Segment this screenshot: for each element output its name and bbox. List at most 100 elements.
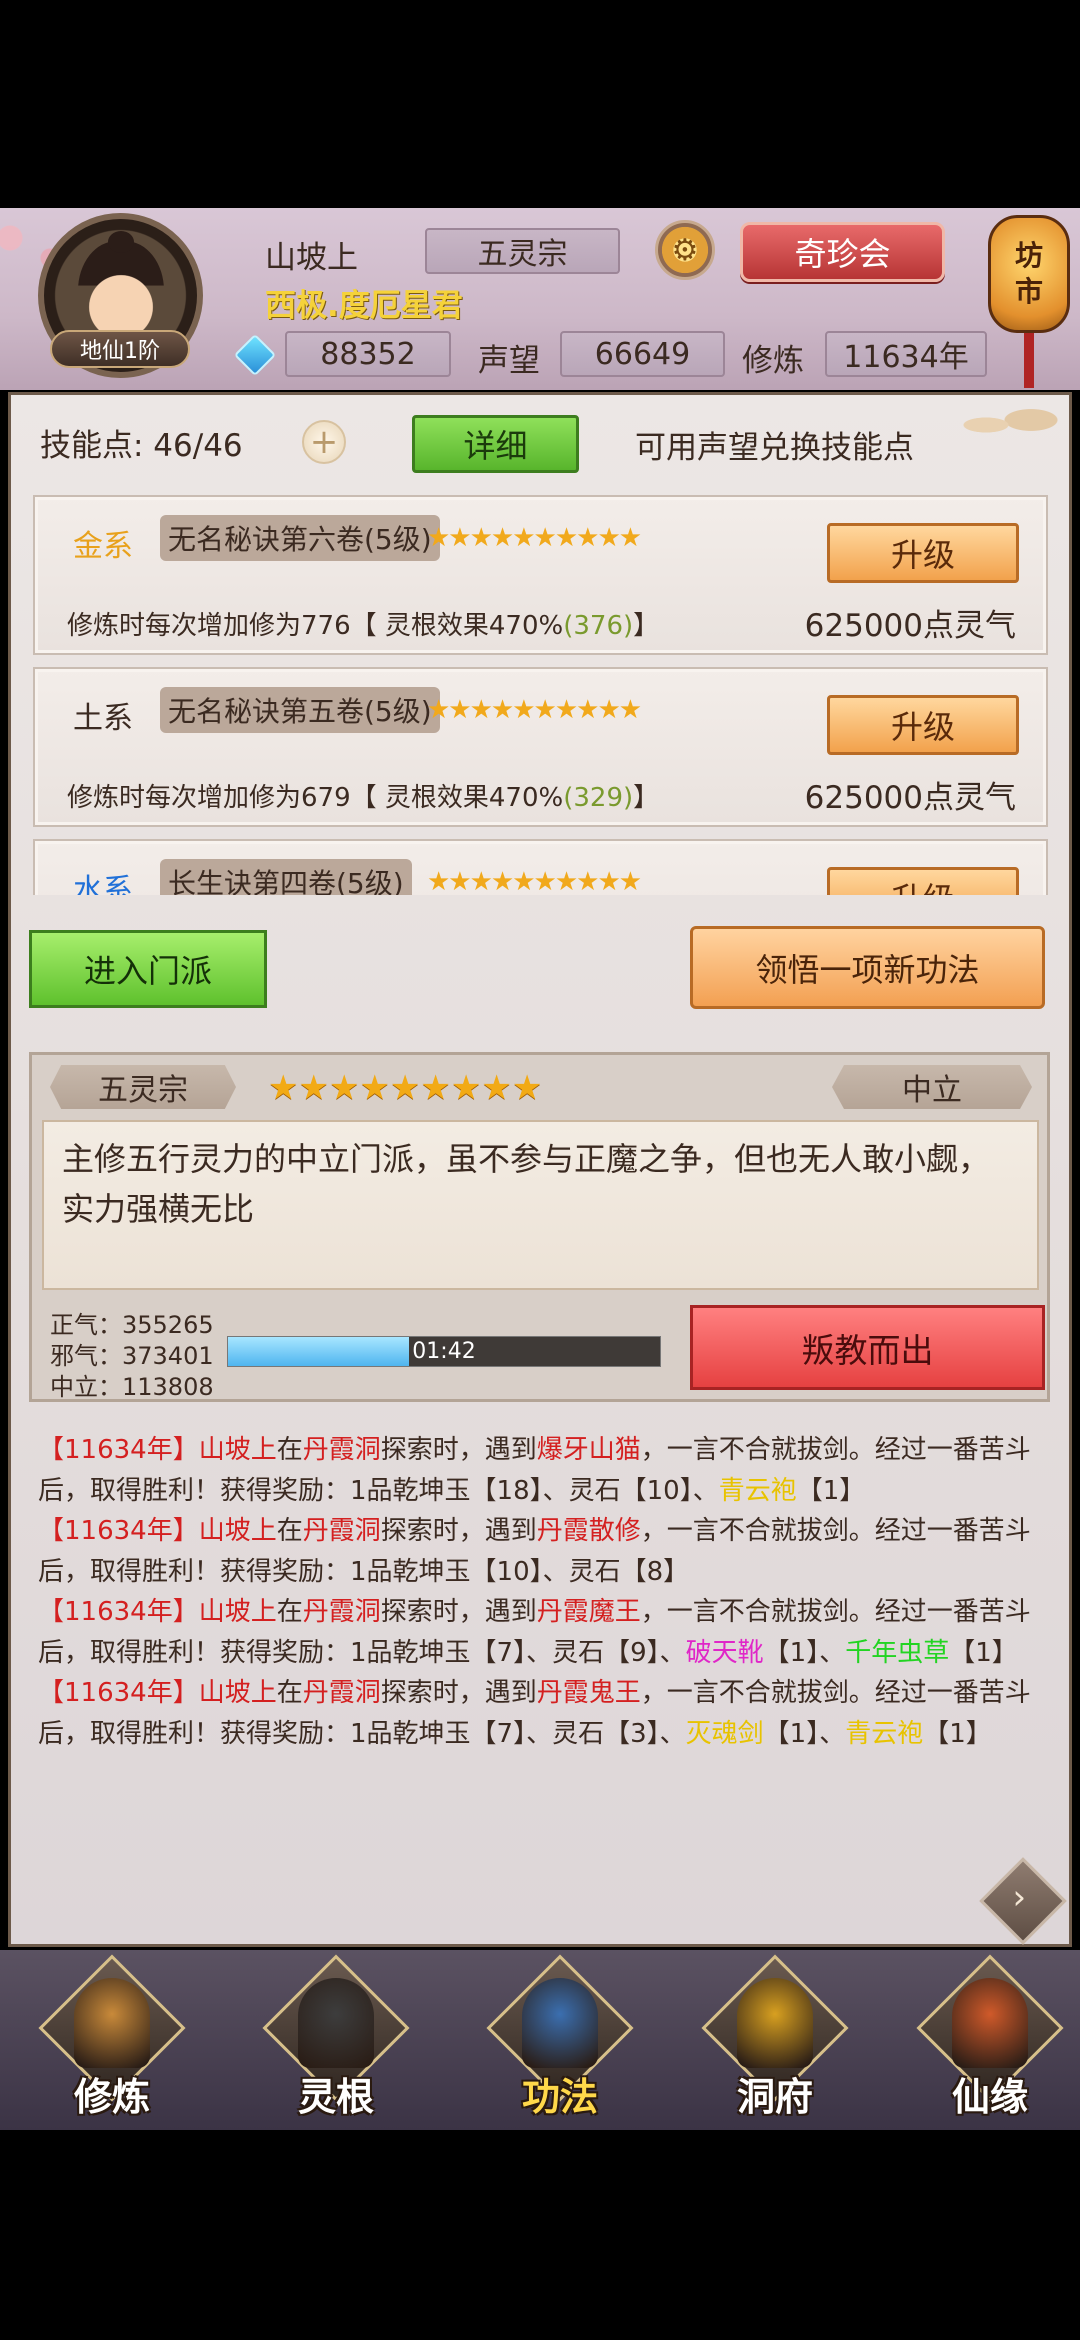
lantern-tassel	[1024, 333, 1034, 388]
skill-stars: ★★★★★★★★★★	[427, 867, 642, 895]
upgrade-button[interactable]: 升级	[827, 867, 1019, 895]
desc-bonus: (376)	[563, 611, 634, 641]
gems-value: 88352	[285, 331, 451, 377]
skill-stars: ★★★★★★★★★★	[427, 695, 642, 725]
log-segment: 探索时，遇到	[380, 1678, 537, 1708]
chevron-right-icon: ›	[1012, 1877, 1027, 1918]
skill-element: 水系	[73, 873, 133, 895]
rank-badge: 地仙1阶	[50, 330, 190, 368]
log-entry: 【11634年】山坡上在丹霞洞探索时，遇到丹霞魔王，一言不合就拔剑。经过一番苦斗…	[38, 1592, 1038, 1673]
log-segment: 探索时，遇到	[380, 1435, 537, 1465]
log-segment: 【1】	[923, 1718, 992, 1749]
log-segment: 丹霞洞	[302, 1678, 381, 1708]
nav-label: 功法	[521, 2075, 598, 2119]
log-segment: 丹霞散修	[536, 1516, 641, 1546]
book-icon	[522, 1978, 598, 2068]
enter-sect-button[interactable]: 进入门派	[29, 930, 267, 1008]
skill-stars: ★★★★★★★★★★	[427, 523, 642, 553]
desc-text: 修炼时每次增加修为679【 灵根效果470%	[67, 783, 564, 813]
desc-close: 】	[633, 783, 660, 813]
nav-tab-2[interactable]: 灵根	[256, 1954, 416, 2119]
skill-name: 无名秘诀第五卷(5级)	[160, 687, 440, 733]
nav-tab-3[interactable]: 功法	[480, 1954, 640, 2119]
settings-gear-button[interactable]: ⚙	[655, 220, 715, 280]
skill-cost: 625000点灵气	[804, 780, 1016, 816]
upgrade-button[interactable]: 升级	[827, 523, 1019, 583]
log-segment: 【11634年】	[38, 1597, 199, 1627]
market-lantern-button[interactable]: 坊 市	[988, 215, 1070, 333]
betray-sect-button[interactable]: 叛教而出	[690, 1305, 1045, 1390]
learn-new-skill-button[interactable]: 领悟一项新功法	[690, 926, 1045, 1009]
nav-tab-4[interactable]: 洞府	[695, 1954, 855, 2119]
log-segment: 【11634年】	[38, 1678, 199, 1708]
log-segment: 【11634年】	[38, 1516, 199, 1546]
log-segment: 青云袍	[718, 1475, 797, 1506]
log-segment: 山坡上	[198, 1516, 277, 1546]
lantern-char-1: 坊	[1014, 239, 1043, 272]
reputation-label: 声望	[478, 343, 540, 379]
skill-description: 修炼时每次增加修为776【 灵根效果470%(376)】	[67, 605, 659, 642]
skill-cost: 625000点灵气	[804, 608, 1016, 644]
log-segment: 【11634年】	[38, 1435, 199, 1465]
monk-icon	[74, 1978, 150, 2068]
location-label: 山坡上	[265, 240, 358, 276]
skill-card: 金系 无名秘诀第六卷(5级) ★★★★★★★★★★ 升级 修炼时每次增加修为77…	[33, 495, 1048, 655]
desc-close: 】	[633, 611, 660, 641]
battle-log: 【11634年】山坡上在丹霞洞探索时，遇到爆牙山猫，一言不合就拔剑。经过一番苦斗…	[38, 1430, 1038, 1754]
gear-icon: ⚙	[671, 232, 699, 268]
log-segment: 爆牙山猫	[536, 1435, 641, 1465]
bottom-nav: 修炼 灵根 功法 洞府 仙缘	[0, 1950, 1080, 2130]
cultivation-label: 修炼	[742, 343, 804, 379]
skill-element: 金系	[73, 529, 133, 564]
taiji-sword-icon	[298, 1978, 374, 2068]
log-segment: 在	[276, 1435, 303, 1465]
cloud-decoration	[946, 395, 1076, 455]
log-segment: 山坡上	[198, 1597, 277, 1627]
log-segment: 丹霞洞	[302, 1597, 381, 1627]
skill-element: 土系	[73, 701, 133, 736]
log-segment: 【1】	[796, 1475, 866, 1506]
log-segment: 探索时，遇到	[380, 1516, 537, 1546]
nav-label: 洞府	[736, 2075, 813, 2119]
skill-description: 修炼时每次增加修为679【 灵根效果470%(329)】	[67, 777, 659, 814]
nav-label: 灵根	[297, 2075, 374, 2119]
sect-timer-progress: 01:42	[227, 1336, 661, 1367]
log-segment: 灭魂剑	[685, 1718, 764, 1749]
sect-stars: ★★★★★★★★★	[268, 1068, 543, 1108]
neutral-stat: 中立：113808	[50, 1373, 214, 1401]
nav-tab-5[interactable]: 仙缘	[910, 1954, 1070, 2119]
nav-tab-1[interactable]: 修炼	[32, 1954, 192, 2119]
lantern-char-2: 市	[1014, 275, 1043, 308]
desc-bonus: (329)	[563, 783, 634, 813]
log-segment: 破天靴	[685, 1637, 764, 1668]
log-segment: 丹霞洞	[302, 1435, 381, 1465]
skill-card: 水系 长生诀第四卷(5级) ★★★★★★★★★★ 升级	[33, 839, 1048, 895]
log-segment: 【1】、	[763, 1718, 846, 1749]
log-entry: 【11634年】山坡上在丹霞洞探索时，遇到丹霞散修，一言不合就拔剑。经过一番苦斗…	[38, 1511, 1038, 1592]
desc-text: 修炼时每次增加修为776【 灵根效果470%	[67, 611, 564, 641]
pavilion-icon	[737, 1978, 813, 2068]
exchange-hint: 可用声望兑换技能点	[635, 430, 914, 466]
bottom-bar-area	[0, 2130, 1080, 2340]
log-segment: 探索时，遇到	[380, 1597, 537, 1627]
qizhen-event-button[interactable]: 奇珍会	[740, 222, 945, 282]
log-segment: 千年虫草	[845, 1637, 950, 1668]
skill-name: 长生诀第四卷(5级)	[160, 859, 412, 895]
reputation-value: 66649	[560, 331, 725, 377]
detail-button[interactable]: 详细	[412, 415, 579, 473]
log-segment: 山坡上	[198, 1435, 277, 1465]
log-segment: 【1】、	[763, 1637, 846, 1668]
log-entry: 【11634年】山坡上在丹霞洞探索时，遇到丹霞鬼王，一言不合就拔剑。经过一番苦斗…	[38, 1673, 1038, 1754]
log-segment: 丹霞魔王	[536, 1597, 641, 1627]
upgrade-button[interactable]: 升级	[827, 695, 1019, 755]
log-segment: 青云袍	[845, 1718, 924, 1749]
sect-name-tab: 五灵宗	[50, 1065, 236, 1109]
righteous-stat: 正气：355265	[50, 1311, 214, 1339]
add-skill-points-button[interactable]: +	[302, 420, 346, 464]
log-segment: 在	[276, 1516, 303, 1546]
gourd-icon	[952, 1978, 1028, 2068]
skill-card: 土系 无名秘诀第五卷(5级) ★★★★★★★★★★ 升级 修炼时每次增加修为67…	[33, 667, 1048, 827]
skill-list[interactable]: 金系 无名秘诀第六卷(5级) ★★★★★★★★★★ 升级 修炼时每次增加修为77…	[33, 495, 1048, 895]
nav-label: 修炼	[73, 2075, 150, 2119]
plus-icon: +	[309, 422, 339, 462]
